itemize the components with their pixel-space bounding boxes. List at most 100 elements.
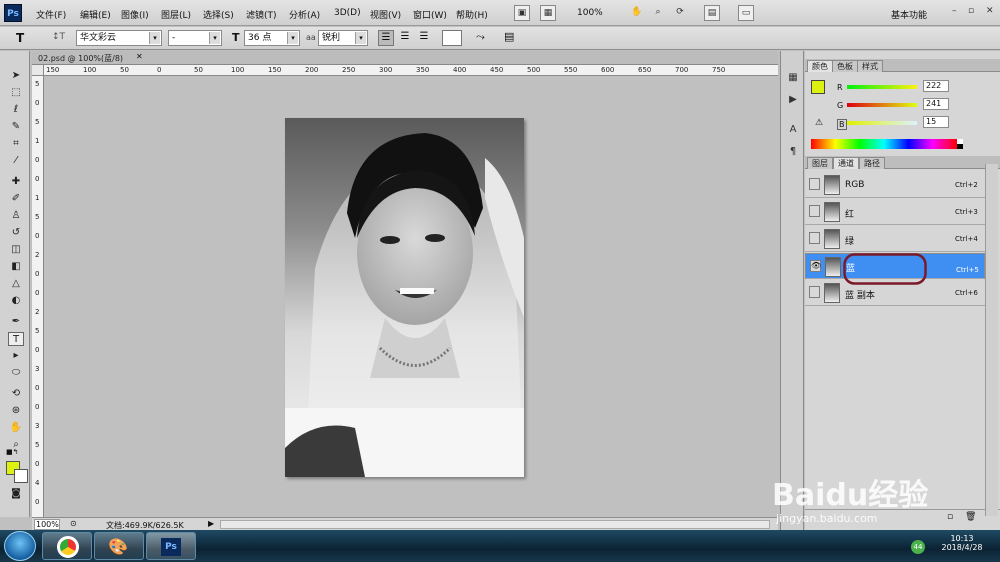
hand-tool-icon[interactable]: ✋	[8, 421, 24, 435]
document-tab[interactable]: 02.psd @ 100%(蓝/8) ✕	[32, 51, 778, 65]
menu-file[interactable]: 文件(F)	[36, 8, 66, 21]
background-color-swatch[interactable]	[14, 469, 28, 483]
start-button[interactable]	[4, 531, 36, 561]
path-select-tool-icon[interactable]: ▸	[8, 349, 24, 363]
menu-window[interactable]: 窗口(W)	[413, 8, 447, 21]
lasso-tool-icon[interactable]: ℓ	[8, 103, 24, 117]
restore-button[interactable]: ▫	[968, 6, 974, 16]
font-family-select[interactable]: 华文彩云 ▾	[76, 30, 162, 46]
menu-help[interactable]: 帮助(H)	[456, 8, 488, 21]
3d-orbit-tool-icon[interactable]: ⊛	[8, 404, 24, 418]
menu-filter[interactable]: 滤镜(T)	[246, 8, 277, 21]
eye-icon[interactable]	[809, 232, 820, 244]
status-info-icon[interactable]: ⊙	[70, 519, 77, 528]
font-size-select[interactable]: 36 点 ▾	[244, 30, 300, 46]
minimize-button[interactable]: –	[952, 6, 957, 16]
paragraph-icon[interactable]: ¶	[785, 145, 801, 159]
zoom-field[interactable]: 100%	[34, 519, 60, 530]
hand-icon[interactable]: ✋	[629, 5, 645, 21]
menu-edit[interactable]: 编辑(E)	[80, 8, 111, 21]
history-brush-tool-icon[interactable]: ↺	[8, 226, 24, 240]
red-slider[interactable]	[847, 85, 917, 89]
clone-stamp-tool-icon[interactable]: ♙	[8, 209, 24, 223]
blue-value[interactable]: 15	[923, 116, 949, 128]
channel-row[interactable]: RGB Ctrl+2	[805, 172, 985, 198]
menu-select[interactable]: 选择(S)	[203, 8, 234, 21]
channel-scrollbar[interactable]	[985, 164, 998, 516]
eye-icon[interactable]: 👁	[810, 260, 821, 272]
brush-tool-icon[interactable]: ✐	[8, 192, 24, 206]
arrange-documents-icon[interactable]: ▤	[704, 5, 720, 21]
ruler-origin[interactable]	[32, 65, 44, 76]
blur-tool-icon[interactable]: △	[8, 277, 24, 291]
eyedropper-tool-icon[interactable]: ⁄	[8, 154, 24, 168]
menu-view[interactable]: 视图(V)	[370, 8, 401, 21]
gradient-tool-icon[interactable]: ◧	[8, 260, 24, 274]
font-style-select[interactable]: - ▾	[168, 30, 222, 46]
eye-icon[interactable]	[809, 178, 820, 190]
tab-layers[interactable]: 图层	[807, 157, 833, 169]
zoom-icon[interactable]: ⌕	[650, 5, 666, 21]
rotate-view-icon[interactable]: ⟳	[672, 5, 688, 21]
eye-icon[interactable]	[809, 286, 820, 298]
horizontal-scrollbar[interactable]	[220, 520, 770, 529]
character-panel-icon[interactable]: ▤	[504, 30, 514, 43]
text-color-swatch[interactable]	[442, 30, 462, 46]
taskbar-photoshop[interactable]: Ps	[146, 532, 196, 560]
align-left-icon[interactable]: ☰	[378, 30, 394, 46]
tab-paths[interactable]: 路径	[859, 157, 885, 169]
color-spectrum-bar[interactable]	[811, 139, 957, 149]
tab-swatches[interactable]: 色板	[832, 60, 858, 72]
fg-color-swatch[interactable]	[811, 80, 825, 94]
system-clock[interactable]: 10:13 2018/4/28	[932, 534, 992, 552]
zoom-level[interactable]: 100%	[577, 8, 603, 18]
vertical-ruler[interactable]: 50510015020025030035040	[32, 76, 44, 517]
3d-rotate-tool-icon[interactable]: ⟲	[8, 387, 24, 401]
quick-mask-icon[interactable]: ◙	[8, 487, 24, 501]
tab-channels[interactable]: 通道	[833, 157, 859, 169]
shape-tool-icon[interactable]: ⬭	[8, 366, 24, 380]
channel-row[interactable]: 绿 Ctrl+4	[805, 226, 985, 252]
pen-tool-icon[interactable]: ✒	[8, 315, 24, 329]
quick-select-tool-icon[interactable]: ✎	[8, 120, 24, 134]
delete-channel-icon[interactable]: 🗑	[965, 512, 976, 522]
red-value[interactable]: 222	[923, 80, 949, 92]
dodge-tool-icon[interactable]: ◐	[8, 294, 24, 308]
tab-color[interactable]: 颜色	[807, 60, 833, 72]
type-tool-icon[interactable]: T	[16, 31, 24, 45]
horizontal-ruler[interactable]: 150 100 50 0 50 100 150 200 250 300 350 400 450 500 55…	[44, 65, 778, 76]
type-tool-icon[interactable]: T	[8, 332, 24, 346]
menu-image[interactable]: 图像(I)	[121, 8, 149, 21]
channel-row[interactable]: 红 Ctrl+3	[805, 199, 985, 225]
menu-3d[interactable]: 3D(D)	[334, 8, 361, 18]
move-tool-icon[interactable]: ➤	[8, 69, 24, 83]
blue-slider[interactable]	[847, 121, 917, 125]
menu-layer[interactable]: 图层(L)	[161, 8, 191, 21]
eraser-tool-icon[interactable]: ◫	[8, 243, 24, 257]
new-channel-icon[interactable]: ▫	[947, 512, 953, 522]
text-orientation-icon[interactable]: ↕T	[52, 32, 65, 42]
default-colors-icon[interactable]: ■↰	[6, 448, 18, 456]
warp-text-icon[interactable]: ⤳	[476, 30, 485, 44]
taskbar-chrome[interactable]	[42, 532, 92, 560]
workspace-switcher[interactable]: 基本功能	[891, 8, 927, 21]
healing-brush-tool-icon[interactable]: ✚	[8, 175, 24, 189]
view-extras-icon[interactable]: ▦	[540, 5, 556, 21]
tab-styles[interactable]: 样式	[857, 60, 883, 72]
close-tab-icon[interactable]: ✕	[136, 52, 143, 61]
screen-mode-icon[interactable]: ▭	[738, 5, 754, 21]
character-icon[interactable]: A	[785, 123, 801, 137]
bridge-icon[interactable]: ▣	[514, 5, 530, 21]
marquee-tool-icon[interactable]: ⬚	[8, 86, 24, 100]
green-value[interactable]: 241	[923, 98, 949, 110]
crop-tool-icon[interactable]: ⌗	[8, 137, 24, 151]
taskbar-paint[interactable]: 🎨	[94, 532, 144, 560]
spectrum-black[interactable]	[957, 144, 963, 149]
align-right-icon[interactable]: ☰	[416, 30, 432, 46]
status-menu-arrow-icon[interactable]: ▶	[208, 519, 214, 528]
align-center-icon[interactable]: ☰	[397, 30, 413, 46]
actions-icon[interactable]: ▶	[785, 93, 801, 107]
green-slider[interactable]	[847, 103, 917, 107]
document-image[interactable]	[285, 118, 524, 477]
eye-icon[interactable]	[809, 205, 820, 217]
